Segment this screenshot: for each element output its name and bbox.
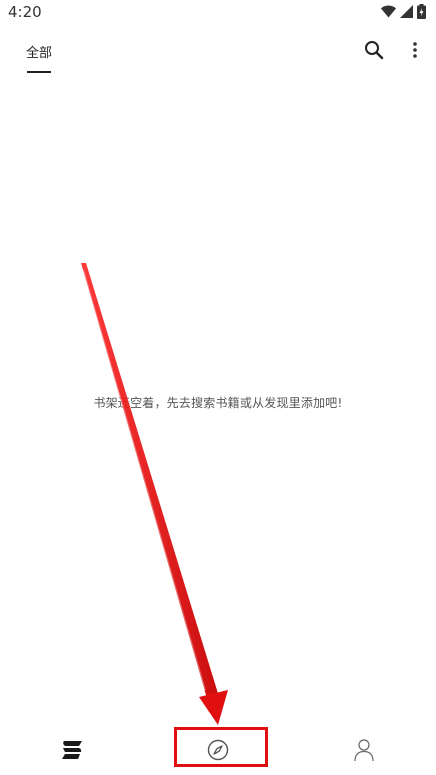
status-time: 4:20 [8, 3, 42, 21]
signal-icon [400, 5, 413, 18]
nav-mine[interactable] [348, 736, 380, 768]
nav-bookshelf[interactable] [56, 736, 88, 768]
search-icon [364, 40, 384, 64]
more-vert-icon [412, 41, 418, 63]
search-button[interactable] [362, 40, 386, 64]
annotation-highlight-box [174, 727, 268, 767]
tab-all[interactable]: 全部 [26, 42, 52, 61]
empty-bookshelf-message: 书架还空着，先去搜索书籍或从发现里添加吧! [93, 396, 343, 410]
status-bar: 4:20 [0, 0, 436, 26]
status-icons [381, 4, 426, 19]
tab-indicator [27, 71, 51, 73]
annotation-arrow [81, 263, 228, 725]
person-icon [353, 738, 375, 766]
more-options-button[interactable] [403, 40, 427, 64]
battery-icon [417, 4, 426, 19]
wifi-icon [381, 5, 396, 18]
bookshelf-icon [60, 739, 84, 765]
top-tab-bar: 全部 [0, 30, 436, 80]
